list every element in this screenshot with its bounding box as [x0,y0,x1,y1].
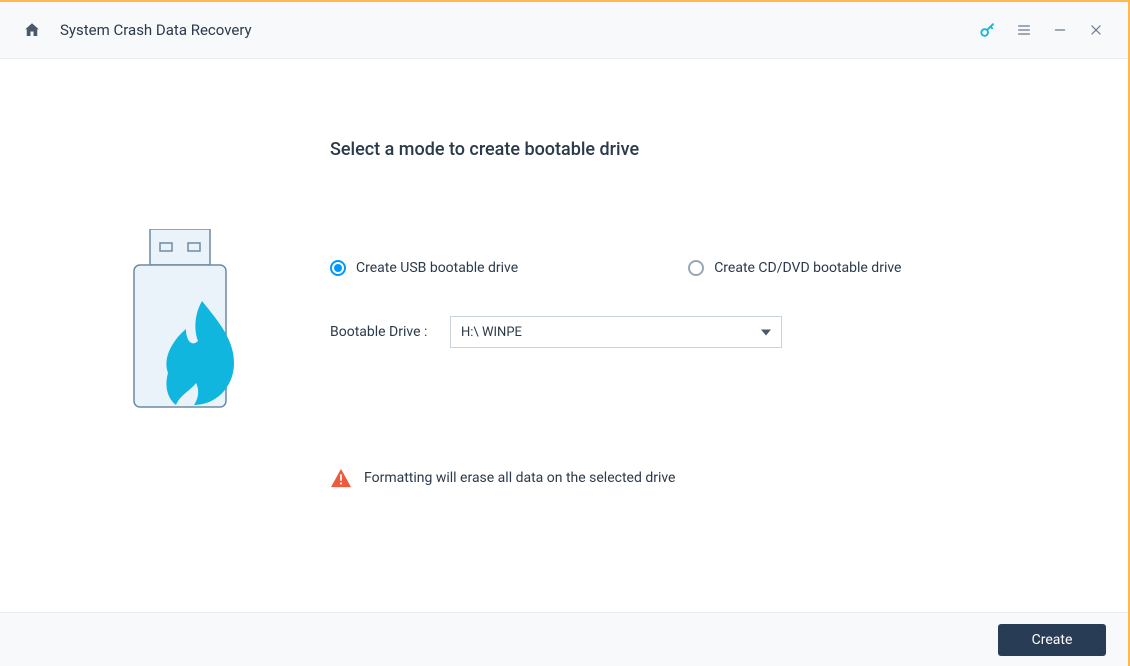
usb-flame-icon [120,229,250,419]
create-button[interactable]: Create [998,624,1106,656]
bootable-drive-select[interactable]: H:\ WINPE [450,316,782,348]
minimize-button[interactable] [1042,12,1078,48]
app-window: System Crash Data Recovery [0,0,1130,666]
menu-icon [1016,22,1032,38]
mode-radio-group: Create USB bootable drive Create CD/DVD … [330,260,1048,276]
warning-icon [330,468,352,488]
content-area: Select a mode to create bootable drive C… [0,59,1128,612]
illustration-panel [40,119,330,592]
warning-text: Formatting will erase all data on the se… [364,470,675,486]
radio-cd[interactable]: Create CD/DVD bootable drive [688,260,901,276]
chevron-down-icon [761,325,771,340]
create-button-label: Create [1032,632,1073,648]
minimize-icon [1053,23,1067,37]
key-button[interactable] [970,12,1006,48]
footer-bar: Create [0,612,1128,666]
bootable-drive-label: Bootable Drive : [330,324,440,340]
key-icon [978,20,998,40]
page-heading: Select a mode to create bootable drive [330,139,1048,160]
main-panel: Select a mode to create bootable drive C… [330,119,1088,592]
close-button[interactable] [1078,12,1114,48]
titlebar: System Crash Data Recovery [0,2,1128,59]
radio-cd-label: Create CD/DVD bootable drive [714,260,901,276]
home-button[interactable] [20,18,44,42]
app-title: System Crash Data Recovery [60,21,252,39]
warning-row: Formatting will erase all data on the se… [330,468,1048,488]
radio-usb-label: Create USB bootable drive [356,260,518,276]
bootable-drive-value: H:\ WINPE [461,325,522,340]
home-icon [23,21,41,39]
radio-usb[interactable]: Create USB bootable drive [330,260,518,276]
bootable-drive-row: Bootable Drive : H:\ WINPE [330,316,1048,348]
menu-button[interactable] [1006,12,1042,48]
close-icon [1089,23,1103,37]
radio-indicator-cd [688,260,704,276]
radio-indicator-usb [330,260,346,276]
